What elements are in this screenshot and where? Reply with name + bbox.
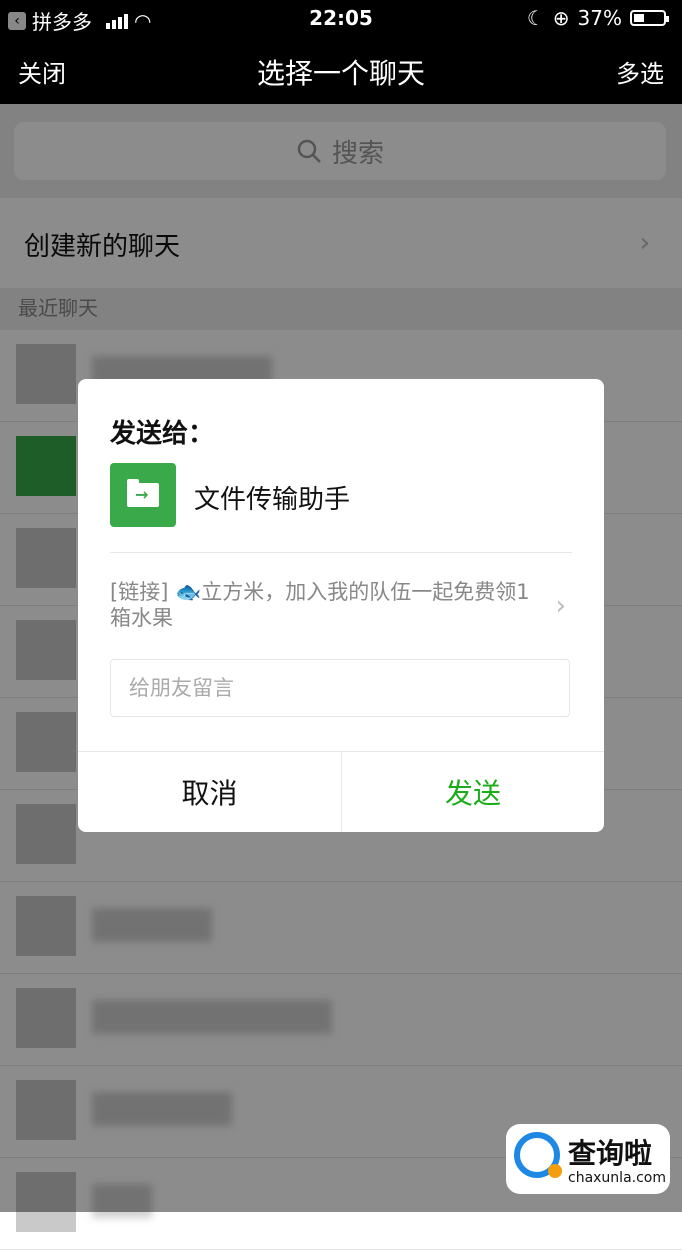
magnifier-logo-icon bbox=[514, 1132, 562, 1178]
send-to-dialog: 发送给： → 文件传输助手 [链接] 🐟立方米，加入我的队伍一起免费领1箱水果 … bbox=[78, 379, 604, 832]
divider bbox=[110, 552, 572, 553]
page-title: 选择一个聊天 bbox=[256, 57, 425, 90]
send-button[interactable]: 发送 bbox=[342, 752, 604, 832]
message-input[interactable] bbox=[111, 660, 569, 716]
battery-icon bbox=[630, 10, 669, 26]
shared-link-preview[interactable]: [链接] 🐟立方米，加入我的队伍一起免费领1箱水果 bbox=[110, 579, 530, 631]
target-name: 文件传输助手 bbox=[194, 485, 351, 515]
status-bar: ‹ 拼多多 ◠ 22:05 ☾ ⊕ 37% bbox=[0, 0, 682, 36]
file-transfer-icon: → bbox=[110, 463, 176, 527]
message-input-wrap bbox=[110, 659, 570, 717]
cancel-button[interactable]: 取消 bbox=[78, 752, 341, 832]
chevron-right-icon: › bbox=[555, 591, 566, 621]
battery-percent: 37% bbox=[577, 6, 622, 30]
watermark-name: 查询啦 bbox=[568, 1137, 653, 1170]
moon-icon: ☾ bbox=[526, 6, 545, 30]
dialog-title: 发送给： bbox=[110, 419, 215, 449]
nav-bar: 关闭 选择一个聊天 多选 bbox=[0, 36, 682, 104]
rotation-lock-icon: ⊕ bbox=[552, 6, 570, 30]
multi-select-button[interactable]: 多选 bbox=[616, 54, 664, 89]
watermark-logo: 查询啦 chaxunla.com bbox=[506, 1124, 670, 1194]
watermark-domain: chaxunla.com bbox=[568, 1170, 666, 1186]
